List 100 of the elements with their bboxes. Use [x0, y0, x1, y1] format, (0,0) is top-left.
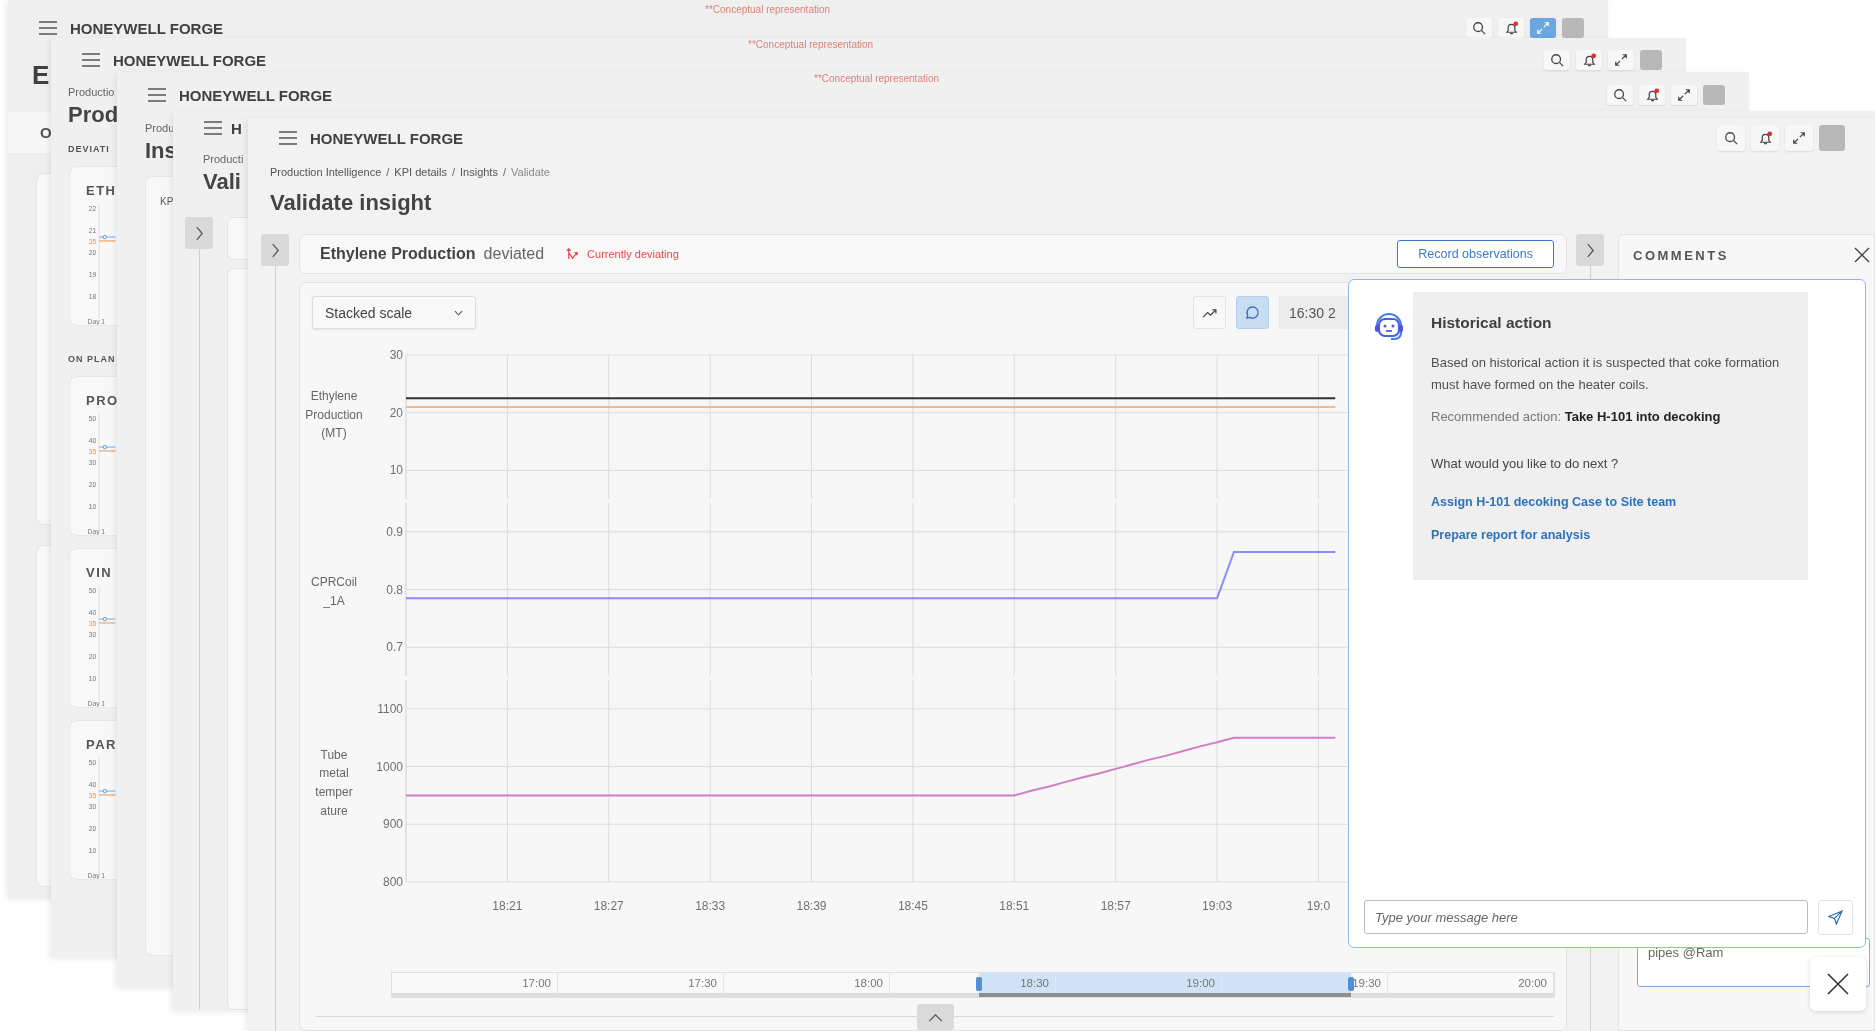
notifications-button[interactable] — [1639, 85, 1665, 105]
send-icon — [1828, 910, 1843, 925]
y-tick-label: 1100 — [377, 701, 404, 716]
chevron-right-icon — [270, 242, 280, 258]
expand-panel-button[interactable] — [261, 234, 289, 266]
expand-panel-button[interactable] — [185, 217, 213, 249]
y-tick-label: 20 — [389, 405, 404, 420]
expand-button[interactable] — [1671, 85, 1697, 105]
expand-button[interactable] — [1785, 125, 1813, 151]
expand-button[interactable] — [1608, 50, 1634, 70]
deviation-status: Currently deviating — [587, 247, 679, 260]
brand-name: HONEYWELL FORGE — [310, 129, 464, 147]
y-tick-label: 0.9 — [386, 524, 404, 539]
caret-icon — [454, 309, 463, 316]
time-navigator[interactable]: 17:00 17:30 18:00 18:30 19:00 19:30 20:00 — [391, 972, 1555, 998]
search-icon — [1724, 131, 1738, 145]
x-tick-label: 18:57 — [1100, 899, 1132, 914]
search-button[interactable] — [1466, 18, 1492, 38]
menu-icon[interactable] — [81, 53, 101, 67]
search-icon — [1550, 53, 1564, 67]
close-button[interactable] — [1810, 957, 1866, 1011]
watermark-note: **Conceptual representation — [814, 72, 940, 84]
page-title: Validate insight — [269, 190, 432, 217]
expand-icon — [1536, 21, 1550, 35]
y-tick-label: 0.7 — [386, 640, 404, 655]
kpi-title: VIN — [86, 565, 114, 580]
y-tick-label: 1000 — [376, 759, 404, 774]
card-label: KP — [160, 196, 174, 207]
x-tick-label: 19:0 — [1306, 899, 1331, 914]
page-title: Vali — [202, 169, 241, 195]
comment-text: pipes @Ram — [1648, 945, 1724, 960]
bell-icon — [1581, 52, 1597, 68]
search-button[interactable] — [1607, 85, 1633, 105]
breadcrumb-separator: / — [502, 166, 506, 178]
close-icon[interactable] — [1854, 247, 1870, 263]
notifications-button[interactable] — [1498, 18, 1524, 38]
search-icon — [1472, 21, 1486, 35]
send-button[interactable] — [1818, 900, 1853, 935]
selected-range[interactable] — [978, 973, 1351, 993]
expand-icon — [1792, 131, 1806, 145]
kpi-title: PAR — [86, 737, 117, 752]
kpi-title: ETH — [86, 183, 117, 198]
action-link[interactable]: Assign H-101 decoking Case to Site team — [1431, 495, 1677, 509]
axis-title: Tube metal temperature — [314, 746, 354, 820]
chevron-up-icon — [927, 1012, 943, 1022]
y-tick-label: 10 — [389, 463, 404, 478]
chevron-right-icon — [194, 225, 204, 241]
comment-button[interactable] — [1236, 296, 1269, 330]
breadcrumb: Productio — [67, 86, 115, 98]
watermark-note: **Conceptual representation — [705, 3, 831, 15]
menu-icon[interactable] — [147, 88, 167, 102]
brand-name: HONEYWELL FORGE — [70, 19, 224, 37]
x-tick-label: 18:27 — [593, 899, 625, 914]
breadcrumb-separator: / — [451, 166, 455, 178]
brand-name: HONEYWELL FORGE — [179, 86, 333, 104]
y-tick-label: 0.8 — [386, 582, 404, 597]
breadcrumb-separator: / — [386, 166, 390, 178]
bell-icon — [1757, 130, 1773, 146]
breadcrumb-link[interactable]: KPI details — [394, 166, 447, 178]
range-handle[interactable] — [975, 977, 982, 991]
bell-icon — [1503, 20, 1519, 36]
record-observations-button[interactable]: Record observations — [1397, 239, 1554, 268]
scrollbar-thumb[interactable] — [978, 993, 1351, 997]
x-tick-label: 18:39 — [796, 899, 827, 914]
trend-icon — [1202, 307, 1217, 319]
breadcrumb-link[interactable]: Production Intelligence — [270, 166, 382, 178]
expand-icon — [1614, 53, 1628, 67]
message-input[interactable]: Type your message here — [1364, 900, 1808, 934]
tab[interactable]: O — [40, 124, 52, 141]
message-title: Historical action — [1431, 314, 1552, 332]
x-tick-label: 18:21 — [492, 899, 523, 914]
chevron-right-icon — [1585, 242, 1595, 258]
metric-name: Ethylene Production — [320, 244, 476, 263]
metric-status: deviated — [483, 244, 545, 263]
y-tick-label: 30 — [389, 347, 404, 362]
search-button[interactable] — [1717, 125, 1745, 151]
scale-dropdown[interactable]: Stacked scale — [312, 296, 476, 330]
action-link[interactable]: Prepare report for analysis — [1431, 528, 1591, 542]
trend-button[interactable] — [1193, 296, 1226, 330]
recommendation-text: Recommended action: Take H-101 into decoking — [1431, 409, 1721, 424]
notifications-button[interactable] — [1576, 50, 1602, 70]
collapse-button[interactable] — [916, 1004, 954, 1030]
menu-icon[interactable] — [278, 131, 298, 145]
kpi-title: PRO — [86, 393, 117, 408]
notifications-button[interactable] — [1751, 125, 1779, 151]
y-tick-label: 800 — [382, 875, 404, 890]
close-icon — [1826, 972, 1850, 996]
expand-panel-button[interactable] — [1576, 234, 1604, 266]
brand-name: HONEYWELL FORGE — [113, 51, 267, 69]
bell-icon — [1644, 87, 1660, 103]
axis-title: Ethylene Production (MT) — [304, 387, 364, 443]
range-handle[interactable] — [1347, 977, 1354, 991]
x-tick-label: 19:03 — [1202, 899, 1233, 914]
menu-icon[interactable] — [38, 21, 58, 35]
search-button[interactable] — [1544, 50, 1570, 70]
menu-icon[interactable] — [203, 121, 223, 135]
breadcrumb-link[interactable]: Insights — [460, 166, 498, 178]
search-icon — [1613, 88, 1627, 102]
x-tick-label: 18:33 — [695, 899, 726, 914]
breadcrumb: Producti — [202, 153, 244, 165]
